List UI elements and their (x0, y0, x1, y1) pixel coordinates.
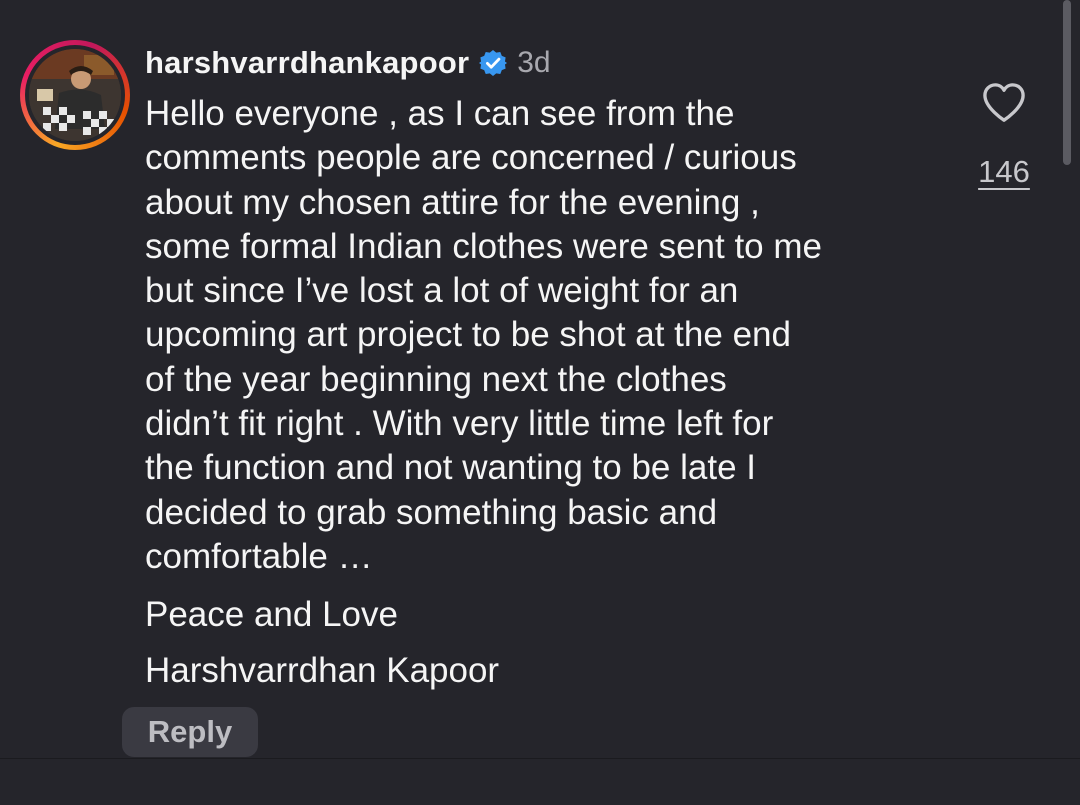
avatar-frame (25, 45, 125, 145)
reply-button[interactable]: Reply (122, 707, 258, 757)
comment-signature: Harshvarrdhan Kapoor (145, 651, 500, 691)
like-area: 146 (964, 82, 1044, 190)
divider (0, 758, 1080, 759)
comment-text: Hello everyone , as I can see from the c… (145, 94, 822, 576)
username-link[interactable]: harshvarrdhankapoor (145, 45, 469, 81)
avatar-story-ring[interactable] (20, 40, 130, 150)
comment-timestamp: 3d (517, 46, 551, 79)
comment-screen: harshvarrdhankapoor 3d Hello everyone , … (0, 0, 1080, 805)
avatar[interactable] (29, 49, 121, 141)
comment-block: harshvarrdhankapoor 3d Hello everyone , … (145, 38, 945, 693)
heart-outline-icon[interactable] (981, 82, 1027, 124)
comment-sign-off: Peace and Love (145, 595, 398, 635)
verified-badge-icon (479, 50, 508, 76)
scrollbar[interactable] (1063, 0, 1071, 165)
comment-header: harshvarrdhankapoor 3d (145, 38, 945, 88)
like-count[interactable]: 146 (978, 154, 1030, 190)
